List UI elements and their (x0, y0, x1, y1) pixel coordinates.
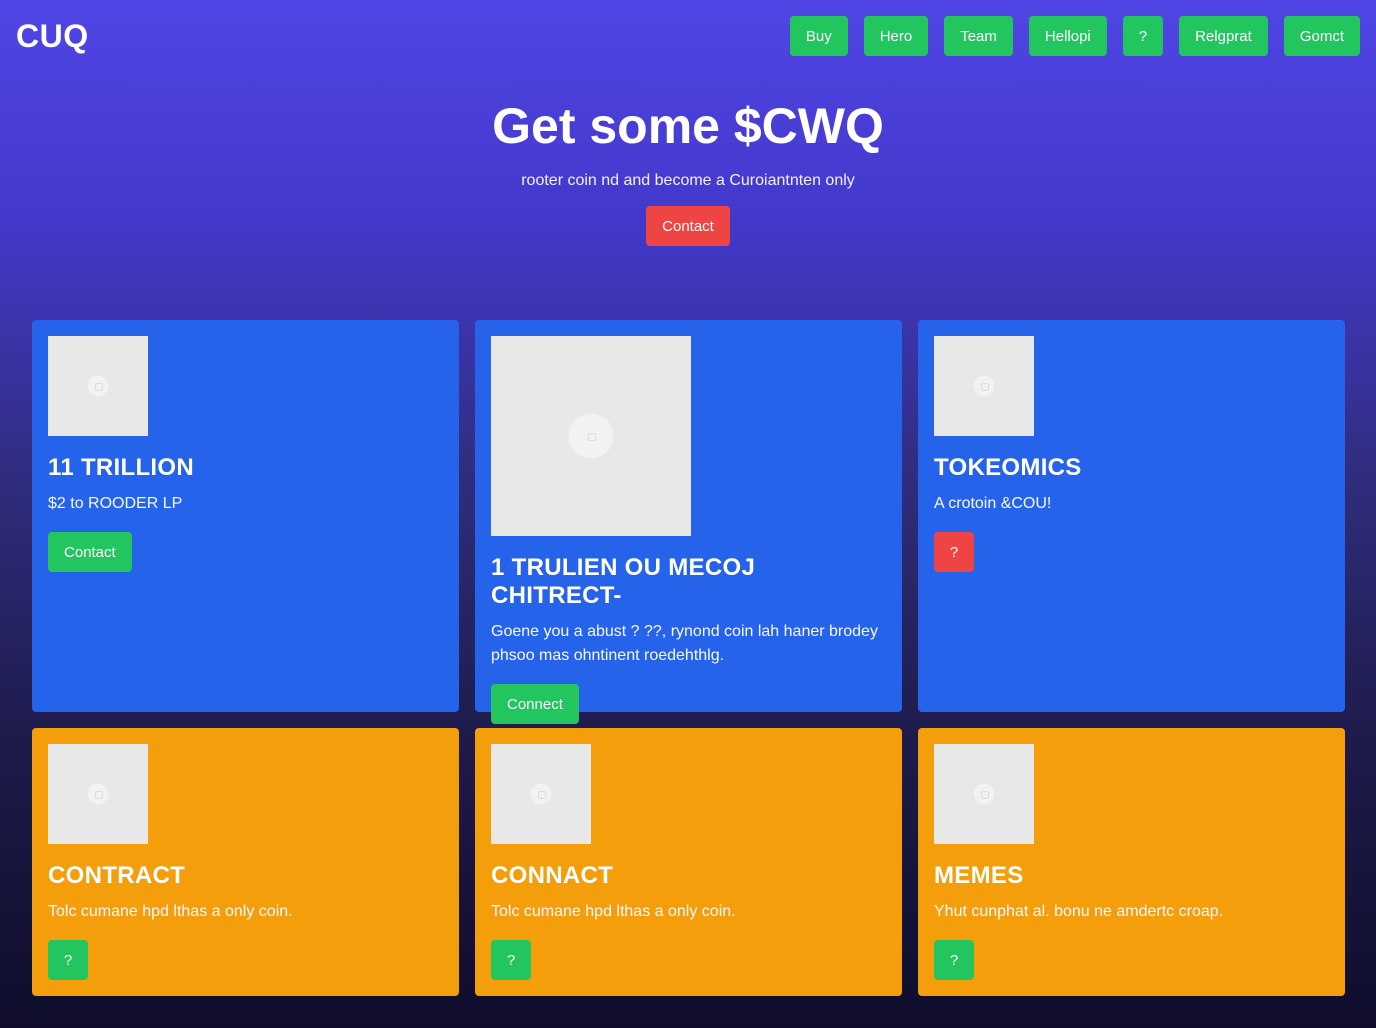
card-text: Yhut cunphat al. bonu ne amdertc croap. (934, 903, 1224, 920)
card-text: A crotoin &COU! (934, 495, 1052, 512)
card-image (934, 744, 1034, 844)
card-connact: CONNACT Tolc cumane hpd lthas a only coi… (475, 728, 902, 996)
card-image (48, 744, 148, 844)
card-image (934, 336, 1034, 436)
card-image (491, 336, 691, 536)
site-logo[interactable]: CUQ (16, 16, 89, 56)
card-question-button[interactable]: ? (934, 532, 974, 572)
nav-hellopi-button[interactable]: Hellopi (1028, 16, 1107, 56)
hero-section: Get some $CWQ rooter coin nd and become … (0, 96, 1376, 246)
card-question-button[interactable]: ? (491, 940, 531, 980)
image-placeholder-icon (973, 783, 995, 805)
card-title: MEMES (934, 862, 1024, 889)
card-image (48, 336, 148, 436)
hero-title: Get some $CWQ (492, 98, 884, 154)
nav-team-button[interactable]: Team (944, 16, 1013, 56)
card-text: Tolc cumane hpd lthas a only coin. (48, 903, 293, 920)
card-memes: MEMES Yhut cunphat al. bonu ne amdertc c… (918, 728, 1345, 996)
card-text: $2 to ROODER LP (48, 495, 183, 512)
card-text: Goene you a abust ? ??, rynond coin lah … (491, 623, 878, 664)
card-connect-button[interactable]: Connect (491, 684, 579, 724)
image-placeholder-icon (973, 375, 995, 397)
card-contact-button[interactable]: Contact (48, 532, 132, 572)
image-placeholder-icon (530, 783, 552, 805)
card-image (491, 744, 591, 844)
nav-relgprat-button[interactable]: Relgprat (1179, 16, 1268, 56)
card-trulien: 1 TRULIEN OU MECOJ CHITRECT- Goene you a… (475, 320, 902, 724)
card-title: CONNACT (491, 862, 614, 889)
card-grid: 11 TRILLION $2 to ROODER LP Contact 1 TR… (32, 320, 1345, 996)
card-title: 11 TRILLION (48, 454, 194, 481)
card-question-button[interactable]: ? (934, 940, 974, 980)
image-placeholder-icon (87, 375, 109, 397)
card-text: Tolc cumane hpd lthas a only coin. (491, 903, 736, 920)
card-contract: CONTRACT Tolc cumane hpd lthas a only co… (32, 728, 459, 996)
image-placeholder-icon (87, 783, 109, 805)
site-header: CUQ Buy Hero Team Hellopi ? Relgprat Gom… (0, 0, 1376, 72)
nav-hero-button[interactable]: Hero (863, 16, 929, 56)
nav-gomct-button[interactable]: Gomct (1283, 16, 1360, 56)
card-title: CONTRACT (48, 862, 186, 889)
hero-contact-button[interactable]: Contact (646, 206, 730, 246)
card-title: TOKEOMICS (934, 454, 1082, 481)
card-title: 1 TRULIEN OU MECOJ CHITRECT- (491, 554, 756, 609)
card-trillion: 11 TRILLION $2 to ROODER LP Contact (32, 320, 459, 712)
nav-buy-button[interactable]: Buy (789, 16, 848, 56)
main-nav: Buy Hero Team Hellopi ? Relgprat Gomct (789, 16, 1360, 56)
card-question-button[interactable]: ? (48, 940, 88, 980)
nav-question-button[interactable]: ? (1122, 16, 1164, 56)
hero-subtitle: rooter coin nd and become a Curoiantnten… (521, 172, 855, 189)
image-placeholder-icon (568, 413, 614, 459)
card-tokeomics: TOKEOMICS A crotoin &COU! ? (918, 320, 1345, 712)
